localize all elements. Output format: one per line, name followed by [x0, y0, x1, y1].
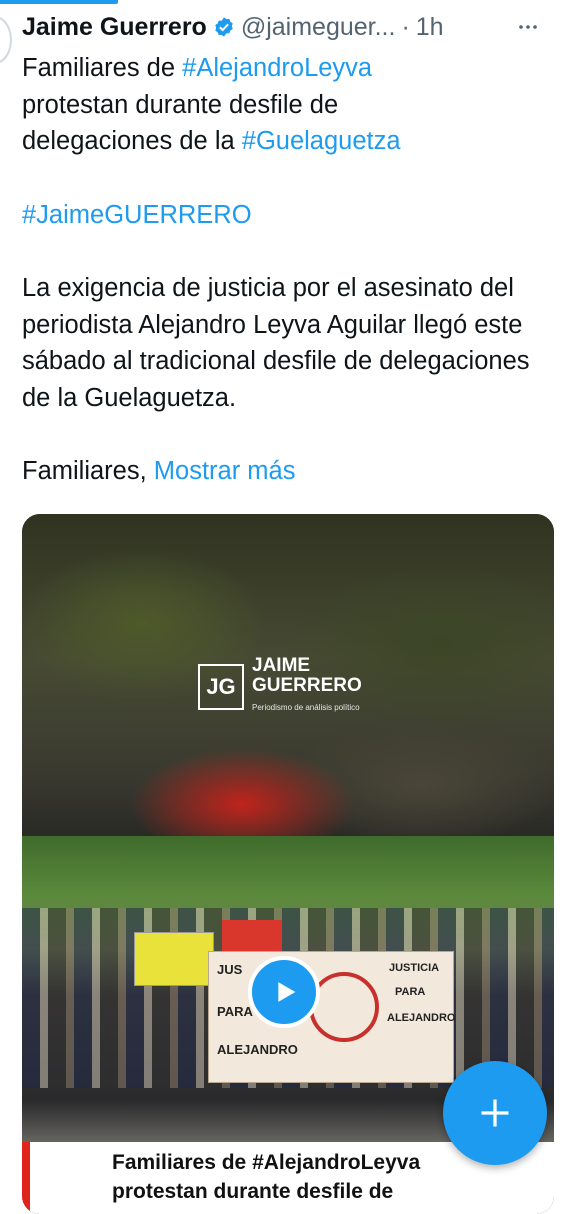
compose-plus-icon[interactable] [443, 1061, 547, 1165]
logo-mark: JG [198, 664, 244, 710]
protest-banner: JUS PARA ALEJANDRO JUSTICIA PARA ALEJAND… [208, 951, 456, 1083]
text-paragraph: La exigencia de justicia por el asesinat… [22, 274, 530, 412]
tweet-header: Jaime Guerrero @jaimeguer... · 1h [22, 10, 552, 44]
banner-left-3: ALEJANDRO [217, 1042, 298, 1057]
yellow-sign [134, 932, 214, 986]
tweet-text: Familiares de #AlejandroLeyva protestan … [22, 50, 552, 490]
more-options-icon[interactable] [510, 10, 546, 44]
banner-right-1: JUSTICIA [389, 962, 440, 974]
caption-accent-bar [22, 1142, 30, 1214]
author-name[interactable]: Jaime Guerrero [22, 13, 207, 42]
banner-left-2: PARA [217, 1004, 253, 1019]
logo-subtitle: Periodismo de análisis político [252, 703, 360, 712]
text-line3: delegaciones de la [22, 127, 242, 155]
channel-logo: JG JAIME GUERRERO Periodismo de análisis… [198, 656, 362, 718]
banner-right-2: PARA [395, 986, 426, 998]
avatar[interactable] [0, 16, 12, 64]
banner-right-3: ALEJANDRO [387, 1012, 456, 1024]
tweet-time[interactable]: 1h [416, 13, 444, 42]
logo-line1: JAIME [252, 655, 311, 676]
show-more-link[interactable]: Mostrar más [154, 457, 296, 485]
caption-line1: Familiares de #AlejandroLeyva [112, 1151, 421, 1174]
logo-line2: GUERRERO [252, 675, 362, 696]
banner-left-1: JUS [217, 962, 243, 977]
author-handle[interactable]: @jaimeguer... [241, 13, 396, 42]
play-icon[interactable] [248, 956, 320, 1028]
text-line1: Familiares de [22, 54, 183, 82]
text-tail: Familiares, [22, 457, 154, 485]
hashtag-guelaguetza[interactable]: #Guelaguetza [242, 127, 401, 155]
hashtag-jaimeguerrero[interactable]: #JaimeGUERRERO [22, 197, 552, 234]
banner-emblem [309, 972, 379, 1042]
top-progress-bar [0, 0, 118, 4]
caption-line2: protestan durante desfile de [112, 1180, 394, 1203]
hashtag-alejandroleyva[interactable]: #AlejandroLeyva [182, 54, 372, 82]
separator-dot: · [401, 12, 410, 41]
text-line2: protestan durante desfile de [22, 90, 339, 119]
verified-badge-icon [213, 16, 235, 38]
